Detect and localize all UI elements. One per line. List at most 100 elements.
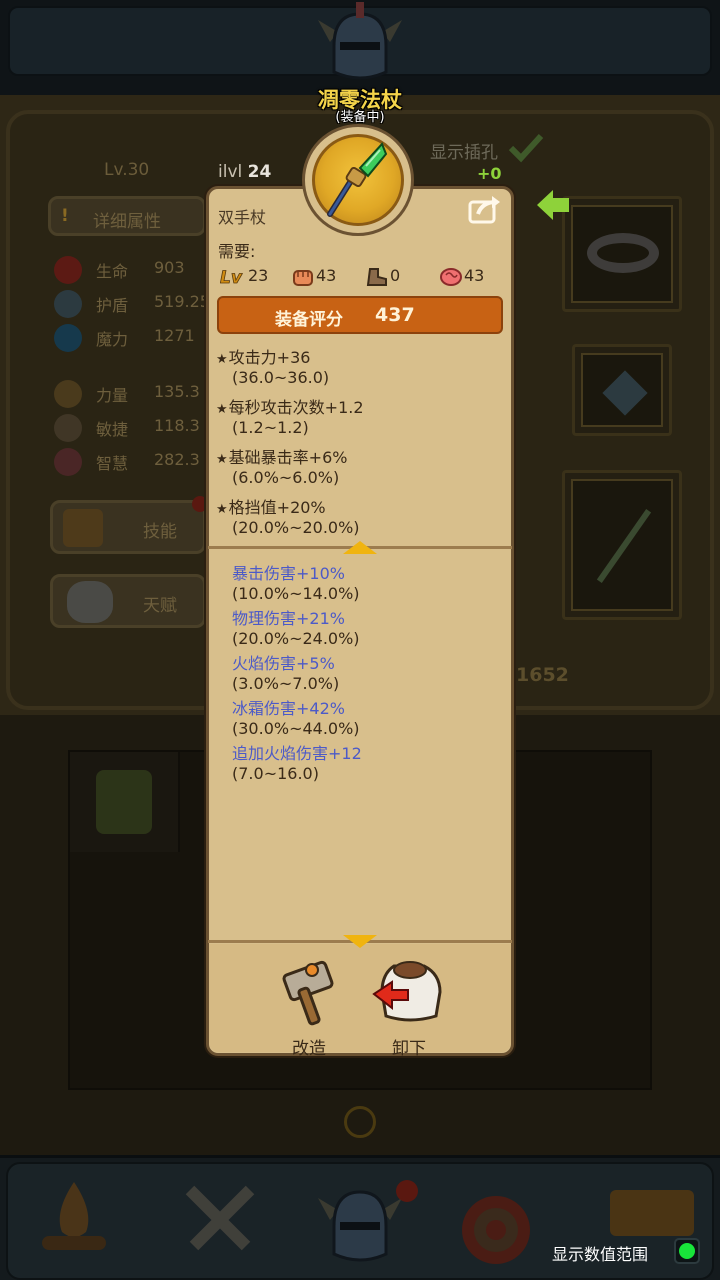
share-button[interactable] — [468, 194, 502, 224]
loading-ring — [344, 1106, 376, 1138]
req-agility: 0 — [366, 266, 400, 288]
character-level: Lv.30 — [104, 160, 150, 180]
affix-text: 物理伤害+21% — [232, 609, 345, 628]
level-badge-icon: Lv — [220, 267, 246, 288]
base-attribute: ★基础暴击率+6% — [216, 444, 347, 468]
base-attribute-text: 基础暴击率+6% — [228, 448, 348, 467]
action-area — [209, 944, 511, 1052]
affix-text: 火焰伤害+5% — [232, 654, 335, 673]
boot-icon — [366, 267, 388, 287]
stat-value: 282.3 — [154, 450, 200, 469]
stat-label: 力量 — [96, 386, 129, 405]
base-attribute: ★每秒攻击次数+1.2 — [216, 394, 364, 418]
reforge-label: 改造 — [292, 1039, 326, 1059]
stat-value: 519.25 — [154, 292, 210, 311]
star-icon: ★ — [216, 502, 228, 517]
fist-icon — [54, 380, 82, 408]
fist-icon — [292, 267, 314, 287]
stat-row-shield: 护盾 519.25 — [54, 290, 214, 320]
affix-range: (30.0%~44.0%) — [232, 719, 360, 738]
equipment-score-value: 437 — [375, 304, 415, 326]
campfire-icon[interactable] — [30, 1172, 118, 1264]
target-icon[interactable] — [456, 1180, 546, 1270]
brain-icon — [54, 448, 82, 476]
equipment-slot-amulet[interactable] — [572, 344, 672, 436]
chevron-up-icon[interactable] — [343, 541, 377, 554]
details-button-label: 详细属性 — [93, 212, 161, 232]
treasure-chest-icon[interactable] — [604, 1176, 700, 1236]
base-attribute-text: 每秒攻击次数+1.2 — [228, 398, 364, 417]
stat-label: 智慧 — [96, 454, 129, 473]
boot-icon — [54, 414, 82, 442]
stat-value: 903 — [154, 258, 185, 277]
details-button[interactable]: ! 详细属性 — [48, 196, 206, 236]
unequip-armor-icon — [372, 961, 442, 1022]
armor-icon — [96, 770, 152, 834]
star-icon: ★ — [216, 452, 228, 467]
affix-range: (20.0%~24.0%) — [232, 629, 360, 648]
inventory-slot[interactable] — [70, 752, 180, 852]
affix-text: 暴击伤害+10% — [232, 564, 345, 583]
share-icon — [468, 196, 500, 224]
stat-row-hp: 生命 903 — [54, 256, 214, 286]
req-level: Lv 23 — [220, 266, 269, 288]
equipment-score-bar: 装备评分 437 — [217, 296, 503, 334]
talents-button[interactable]: 天赋 — [50, 574, 206, 628]
stone-icon — [67, 581, 113, 623]
crossed-swords-icon[interactable] — [176, 1176, 264, 1264]
item-level: ilvl 24 — [218, 162, 271, 182]
socket-label: 显示插孔 — [430, 143, 498, 163]
ring-icon — [587, 233, 659, 273]
socket-bonus: +0 — [477, 164, 502, 183]
base-attribute: ★格挡值+20% — [216, 494, 326, 518]
power-value: 1652 — [516, 664, 569, 686]
arrow-left-icon — [535, 188, 571, 222]
heart-icon — [54, 256, 82, 284]
star-icon: ★ — [216, 402, 228, 417]
req-agility-value: 0 — [390, 266, 401, 285]
affix-text: 追加火焰伤害+12 — [232, 744, 362, 763]
socket-toggle-checkbox[interactable] — [508, 132, 544, 164]
stat-label: 生命 — [96, 262, 129, 281]
brain-icon — [440, 267, 462, 287]
water-drop-icon — [54, 324, 82, 352]
stat-label: 护盾 — [96, 296, 129, 315]
base-attribute-range: (36.0~36.0) — [232, 368, 330, 387]
affix-text: 冰霜伤害+42% — [232, 699, 345, 718]
stat-row-mana: 魔力 1271 — [54, 324, 214, 354]
base-attribute-range: (20.0%~20.0%) — [232, 518, 360, 537]
reforge-button[interactable]: 改造 — [264, 956, 354, 1059]
knight-helmet-nav-icon[interactable] — [316, 1176, 404, 1268]
notification-dot — [396, 1180, 418, 1202]
star-icon: ★ — [216, 352, 228, 367]
stat-row-intelligence: 智慧 282.3 — [54, 448, 214, 478]
base-attribute: ★攻击力+36 — [216, 344, 310, 368]
talents-button-label: 天赋 — [143, 596, 177, 616]
stat-row-agility: 敏捷 118.3 — [54, 414, 214, 444]
equipment-score-label: 装备评分 — [275, 310, 343, 330]
item-level-label: ilvl — [218, 162, 243, 182]
weapon-type: 双手杖 — [218, 208, 267, 227]
scroll-icon — [63, 509, 103, 547]
chevron-down-icon[interactable] — [343, 935, 377, 948]
item-level-value: 24 — [247, 162, 272, 182]
hammer-icon — [282, 960, 334, 1026]
affix-range: (3.0%~7.0%) — [232, 674, 340, 693]
emerald-staff-icon — [324, 142, 392, 218]
req-level-value: 23 — [248, 266, 269, 285]
req-strength: 43 — [292, 266, 336, 288]
show-range-label: 显示数值范围 — [552, 1245, 649, 1264]
stat-value: 1271 — [154, 326, 195, 345]
req-intelligence-value: 43 — [464, 266, 485, 285]
equipment-slot-weapon[interactable] — [562, 470, 682, 620]
stat-value: 135.3 — [154, 382, 200, 401]
base-attribute-text: 攻击力+36 — [228, 348, 311, 367]
unequip-button[interactable]: 卸下 — [364, 956, 454, 1059]
toggle-on-indicator — [679, 1243, 695, 1259]
equipment-slot-ring[interactable] — [562, 196, 682, 312]
stat-label: 敏捷 — [96, 420, 129, 439]
requirements-label: 需要: — [218, 242, 256, 261]
stat-row-strength: 力量 135.3 — [54, 380, 214, 410]
skills-button[interactable]: 技能 — [50, 500, 206, 554]
knight-helmet-icon — [316, 2, 404, 86]
